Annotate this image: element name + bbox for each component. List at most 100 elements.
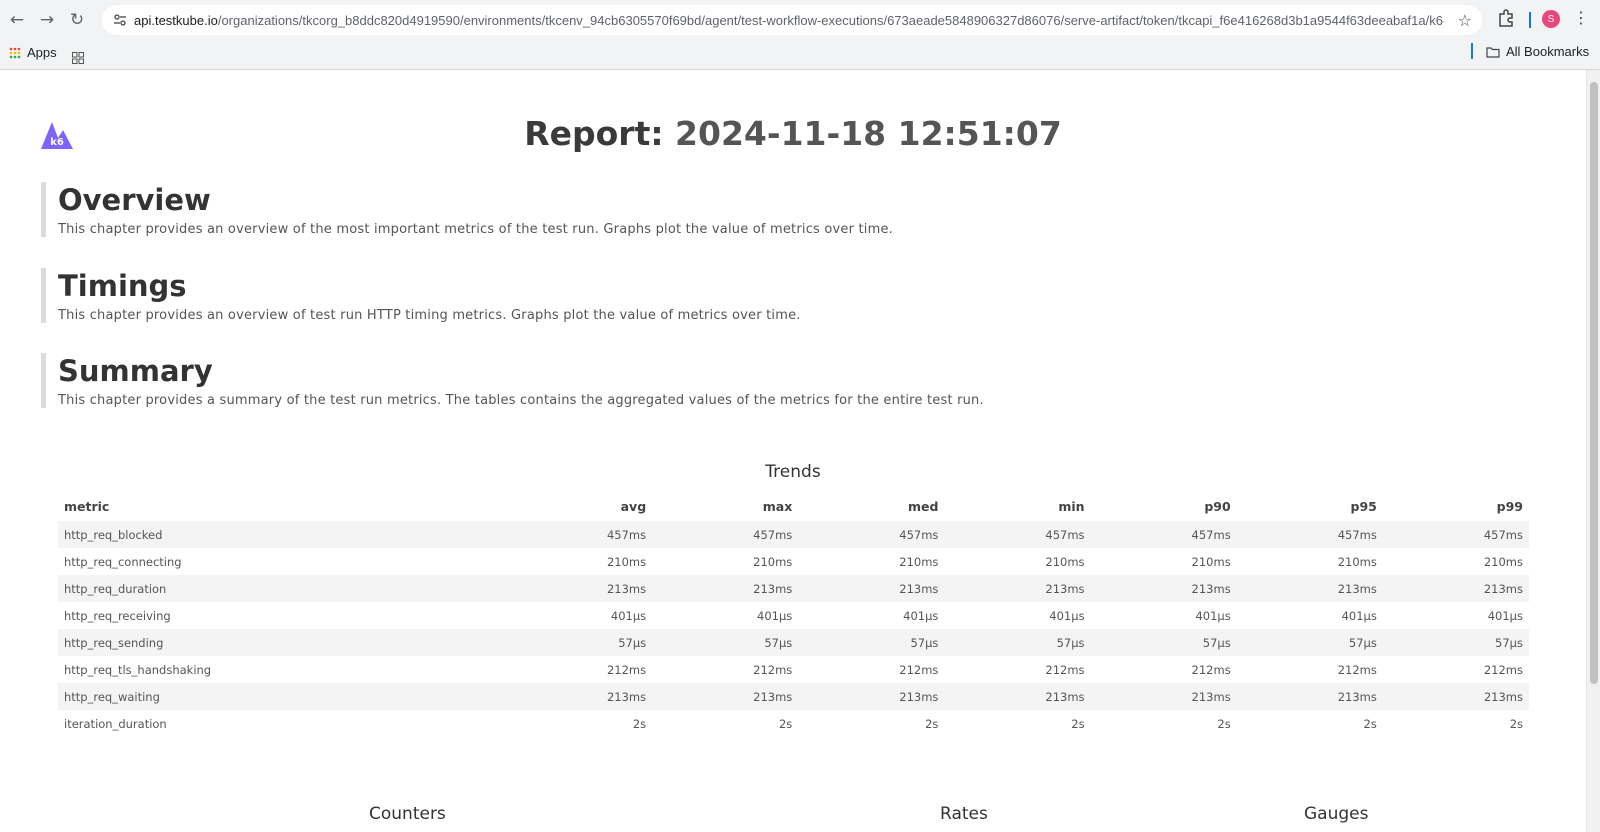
table-row: http_req_duration 213ms 213ms 213ms 213ms 213… (58, 575, 1529, 602)
table-row: http_req_tls_handshaking 212ms 212ms 212ms 2… (58, 656, 1529, 683)
trends-heading: Trends (765, 462, 821, 482)
chapter-title: Overview (58, 183, 211, 217)
metric-value-cell: 401µs (1049, 608, 1085, 623)
metric-value-cell: 401µs (610, 608, 647, 623)
metric-value-cell: 57µs (506, 629, 653, 656)
extensions-puzzle-icon[interactable] (1497, 9, 1515, 31)
metric-name-cell: http_req_sending (58, 629, 506, 656)
metric-value-cell: 57µs (944, 629, 1091, 656)
table-row: http_req_sending 57µs 57µs 57µs 57µs 57µs 57µs… (58, 629, 1529, 656)
folder-icon (1486, 46, 1500, 58)
table-header-row: metric avg max med min p90 p95 p99 (58, 491, 1529, 521)
metric-value-cell: 2s (925, 716, 939, 731)
address-bar[interactable]: api.testkube.io/organizations/tkcorg_b8d… (102, 5, 1482, 35)
metric-value-cell: 457ms (1236, 521, 1383, 548)
metric-value-cell: 57µs (1236, 629, 1383, 656)
chapter-title: Summary (58, 354, 213, 388)
table-row: http_req_receiving 401µs 401µs 401µs 401µs 40… (58, 602, 1529, 629)
metric-value-cell: 57µs (798, 629, 945, 656)
chapter-timings: Timings This chapter provides an overvie… (41, 268, 1441, 323)
metric-value-cell: 213ms (944, 575, 1091, 602)
metric-name-cell: http_req_connecting (64, 554, 182, 569)
metric-value-cell: 57µs (1382, 629, 1529, 656)
section-heading-rates: Rates (940, 804, 988, 824)
trends-table: metric avg max med min p90 p95 p99 http_… (58, 491, 1529, 737)
metric-value-cell: 457ms (652, 521, 799, 548)
metric-value-cell: 212ms (899, 662, 939, 677)
all-bookmarks-label: All Bookmarks (1506, 44, 1590, 59)
metric-value-cell: 2s (1217, 716, 1231, 731)
metric-name-cell: http_req_waiting (58, 683, 506, 710)
metric-value-cell: 210ms (1483, 554, 1523, 569)
metric-value-cell: 457ms (506, 521, 653, 548)
metric-value-cell: 210ms (1337, 554, 1377, 569)
site-info-icon[interactable] (106, 6, 134, 34)
metric-value-cell: 213ms (652, 575, 799, 602)
metric-value-cell: 213ms (944, 683, 1091, 710)
table-row: http_req_blocked 457ms 457ms 457ms 457ms 457m… (58, 521, 1529, 548)
forward-arrow-icon[interactable]: → (34, 7, 60, 33)
toolbar-divider (1529, 12, 1531, 28)
report-page: k6 Report: 2024-11-18 12:51:07 Overview … (0, 70, 1586, 832)
column-header: avg (620, 498, 647, 514)
url-host: api.testkube.io (134, 12, 218, 28)
table-row: iteration_duration 2s 2s 2s 2s 2s 2s 2s (58, 710, 1529, 737)
bookmarks-divider (1471, 43, 1473, 59)
metric-value-cell: 401µs (1341, 608, 1377, 623)
metric-value-cell: 210ms (1045, 554, 1085, 569)
more-menu-icon[interactable]: ⋮ (1573, 8, 1589, 27)
metric-value-cell: 2s (1363, 716, 1377, 731)
metric-value-cell: 213ms (1090, 575, 1237, 602)
metric-value-cell: 401µs (1195, 608, 1231, 623)
back-arrow-icon[interactable]: ← (4, 7, 30, 33)
metric-name-cell: http_req_duration (58, 575, 506, 602)
metric-name-cell: http_req_receiving (64, 608, 171, 623)
chapter-description: This chapter provides a summary of the t… (58, 393, 984, 408)
metric-value-cell: 213ms (1236, 575, 1383, 602)
all-bookmarks-button[interactable]: All Bookmarks (1486, 44, 1589, 59)
tab-groups-icon[interactable] (72, 49, 84, 68)
metric-value-cell: 457ms (1382, 521, 1529, 548)
report-title-prefix: Report: (524, 114, 664, 153)
scrollbar-thumb[interactable] (1590, 82, 1598, 684)
apps-shortcut[interactable]: Apps (9, 45, 57, 60)
metric-value-cell: 213ms (1382, 683, 1529, 710)
report-title: Report: 2024-11-18 12:51:07 (0, 114, 1586, 153)
metric-value-cell: 212ms (606, 662, 647, 677)
table-row: http_req_connecting 210ms 210ms 210ms 210ms 2… (58, 548, 1529, 575)
column-header: max (762, 498, 793, 514)
metric-value-cell: 210ms (899, 554, 939, 569)
chapter-overview: Overview This chapter provides an overvi… (41, 182, 1441, 237)
reload-icon[interactable]: ↻ (64, 7, 90, 33)
metric-value-cell: 213ms (1236, 683, 1383, 710)
url-text: api.testkube.io/organizations/tkcorg_b8d… (134, 13, 1444, 28)
metric-value-cell: 210ms (753, 554, 793, 569)
metric-value-cell: 401µs (903, 608, 939, 623)
metric-value-cell: 210ms (1191, 554, 1231, 569)
bookmarks-bar: Apps All Bookmarks (0, 40, 1600, 70)
column-header: med (907, 498, 939, 514)
metric-value-cell: 212ms (753, 662, 793, 677)
metric-value-cell: 212ms (1045, 662, 1085, 677)
profile-avatar[interactable]: S (1542, 10, 1560, 28)
column-header: p95 (1350, 498, 1377, 514)
metric-value-cell: 213ms (798, 683, 945, 710)
metric-value-cell: 213ms (506, 683, 653, 710)
url-path: /organizations/tkcorg_b8ddc820d4919590/e… (217, 12, 1444, 28)
report-timestamp: 2024-11-18 12:51:07 (675, 114, 1062, 153)
page-scrollbar[interactable] (1586, 70, 1600, 832)
metric-name-cell: iteration_duration (64, 716, 167, 731)
browser-chrome: ← → ↻ api.testkube.io/organizations/tkco… (0, 0, 1600, 70)
table-row: http_req_waiting 213ms 213ms 213ms 213ms 213m… (58, 683, 1529, 710)
apps-grid-icon (9, 47, 21, 58)
metric-value-cell: 213ms (1090, 683, 1237, 710)
apps-label: Apps (27, 45, 57, 60)
metric-value-cell: 212ms (1191, 662, 1231, 677)
metric-value-cell: 210ms (606, 554, 647, 569)
bookmark-star-icon[interactable]: ☆ (1458, 11, 1472, 30)
metric-value-cell: 401µs (1487, 608, 1523, 623)
metric-name-cell: http_req_tls_handshaking (64, 662, 212, 677)
metric-value-cell: 457ms (798, 521, 945, 548)
metric-value-cell: 213ms (798, 575, 945, 602)
section-heading-counters: Counters (369, 804, 446, 824)
